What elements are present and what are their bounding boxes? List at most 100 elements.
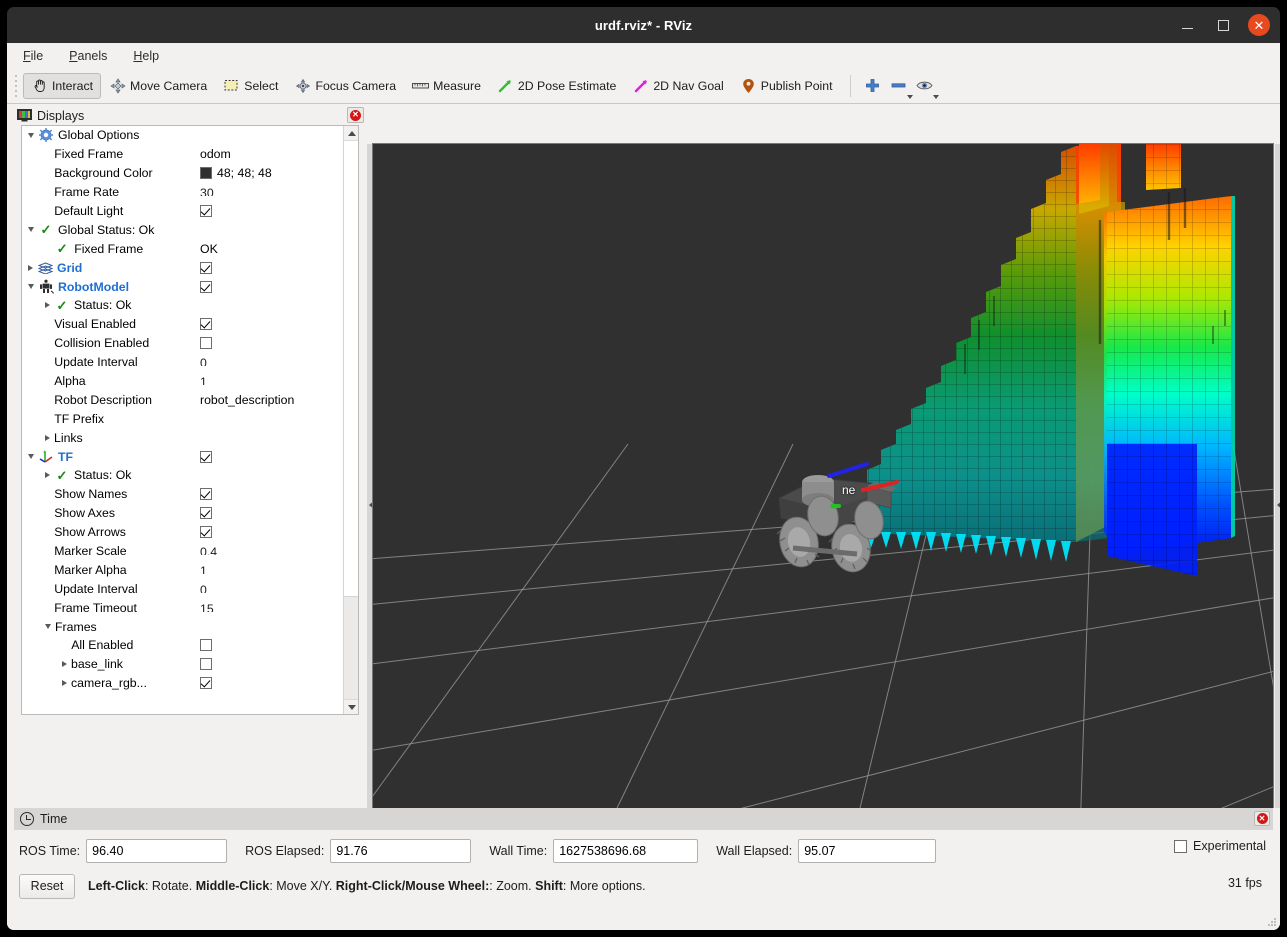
tree-row[interactable]: Marker Alpha 1	[22, 560, 343, 579]
menu-file[interactable]: File	[21, 48, 45, 64]
tree-row-value[interactable]	[197, 677, 343, 690]
tree-row[interactable]: Visual Enabled	[22, 315, 343, 334]
tool-select[interactable]: Select	[215, 73, 286, 99]
tree-row-value[interactable]: 0	[197, 358, 343, 366]
chevron-down-icon[interactable]	[45, 624, 51, 630]
tree-row[interactable]: ✓ Status: Ok	[22, 296, 343, 315]
numeric-value[interactable]: 0.4	[200, 547, 217, 555]
chevron-right-icon[interactable]	[45, 302, 50, 309]
checkbox-checked[interactable]	[200, 280, 212, 293]
tree-row[interactable]: Update Interval 0	[22, 579, 343, 598]
chevron-down-icon[interactable]	[28, 284, 34, 290]
tree-row[interactable]: Frame Rate 30	[22, 183, 343, 202]
tree-row-value[interactable]	[197, 488, 343, 501]
tree-row-value[interactable]	[197, 639, 343, 652]
checkbox-checked[interactable]	[200, 450, 212, 463]
tree-row[interactable]: camera_rgb...	[22, 674, 343, 693]
tree-row[interactable]: Frame Timeout 15	[22, 598, 343, 617]
chevron-down-icon[interactable]	[28, 227, 34, 233]
tool-interact[interactable]: Interact	[23, 72, 102, 99]
tree-row[interactable]: Default Light	[22, 202, 343, 221]
tree-row[interactable]: ✓ Status: Ok	[22, 466, 343, 485]
close-button[interactable]: ✕	[1248, 14, 1270, 36]
tree-row[interactable]: Show Names	[22, 485, 343, 504]
checkbox-checked[interactable]	[200, 318, 212, 331]
chevron-right-icon[interactable]	[62, 661, 67, 668]
checkbox-checked[interactable]	[200, 205, 212, 217]
tool-publish-point[interactable]: Publish Point	[732, 73, 841, 99]
chevron-right-icon[interactable]	[28, 264, 33, 271]
checkbox-checked[interactable]	[200, 526, 212, 539]
numeric-value[interactable]: 1	[200, 566, 207, 574]
minimize-button[interactable]	[1176, 14, 1198, 36]
ros-elapsed-input[interactable]: 91.76	[330, 839, 472, 863]
tree-row-value[interactable]	[197, 337, 343, 350]
tree-row-value[interactable]	[197, 205, 343, 217]
tree-row-value[interactable]: robot_description	[197, 393, 343, 407]
tree-row[interactable]: Grid	[22, 258, 343, 277]
checkbox-unchecked[interactable]	[200, 639, 212, 652]
chevron-down-icon[interactable]	[28, 132, 34, 138]
chevron-right-icon[interactable]	[45, 434, 50, 441]
chevron-right-icon[interactable]	[62, 680, 67, 687]
time-close-button[interactable]: ✕	[1254, 811, 1270, 826]
numeric-value[interactable]: 15	[200, 604, 214, 612]
right-splitter[interactable]	[1275, 144, 1280, 866]
tree-row[interactable]: Global Options	[22, 126, 343, 145]
tree-row[interactable]: Fixed Frame odom	[22, 145, 343, 164]
numeric-value[interactable]: 0	[200, 358, 207, 366]
tree-row[interactable]: Frames	[22, 617, 343, 636]
experimental-checkbox[interactable]	[1174, 839, 1188, 853]
toolbar-grip[interactable]	[13, 74, 21, 97]
checkbox-checked[interactable]	[200, 488, 212, 501]
checkbox-checked[interactable]	[200, 261, 212, 274]
numeric-value[interactable]: 1	[200, 377, 207, 385]
tree-row-value[interactable]	[197, 658, 343, 671]
scroll-up-button[interactable]	[344, 126, 358, 141]
tree-row[interactable]: ✓ Global Status: Ok	[22, 220, 343, 239]
checkbox-unchecked[interactable]	[200, 658, 212, 671]
wall-time-input[interactable]: 1627538696.68	[553, 839, 699, 863]
menu-help[interactable]: Help	[131, 48, 161, 64]
numeric-value[interactable]: 30	[200, 188, 214, 196]
color-swatch[interactable]	[200, 167, 212, 180]
tree-row-value[interactable]: OK	[197, 242, 343, 256]
tree-row[interactable]: All Enabled	[22, 636, 343, 655]
tree-row[interactable]: Update Interval 0	[22, 353, 343, 372]
tree-row[interactable]: Alpha 1	[22, 372, 343, 391]
display-tree-scrollbar[interactable]	[343, 126, 358, 714]
tree-row-value[interactable]	[197, 507, 343, 520]
tree-row[interactable]: TF	[22, 447, 343, 466]
tool-measure[interactable]: Measure	[404, 73, 489, 99]
scroll-down-button[interactable]	[344, 699, 358, 714]
checkbox-checked[interactable]	[200, 507, 212, 520]
tree-row[interactable]: Marker Scale 0.4	[22, 542, 343, 561]
tree-row[interactable]: Show Axes	[22, 504, 343, 523]
tree-row-value[interactable]	[197, 318, 343, 331]
remove-display-button[interactable]	[886, 73, 913, 99]
resize-grip[interactable]	[1267, 917, 1277, 927]
tool-2d-nav-goal[interactable]: 2D Nav Goal	[624, 73, 731, 99]
numeric-value[interactable]: 0	[200, 585, 207, 593]
tree-row[interactable]: TF Prefix	[22, 409, 343, 428]
tree-row-value[interactable]: 1	[197, 377, 343, 385]
tool-2d-pose-estimate[interactable]: 2D Pose Estimate	[489, 73, 624, 99]
tree-row[interactable]: Robot Description robot_description	[22, 390, 343, 409]
tree-row[interactable]: Collision Enabled	[22, 334, 343, 353]
render-viewport-3d[interactable]: ne	[373, 144, 1273, 866]
chevron-down-icon[interactable]	[28, 454, 34, 460]
tree-row-value[interactable]	[197, 280, 343, 293]
tree-row[interactable]: RobotModel	[22, 277, 343, 296]
tree-row-value[interactable]	[197, 526, 343, 539]
menu-panels[interactable]: Panels	[67, 48, 109, 64]
tree-row-value[interactable]: 30	[197, 188, 343, 196]
tree-row[interactable]: Show Arrows	[22, 523, 343, 542]
display-tree[interactable]: Global Options Fixed Frame odom Background …	[22, 126, 343, 714]
add-display-button[interactable]	[860, 73, 886, 99]
tree-row-value[interactable]: 15	[197, 604, 343, 612]
chevron-right-icon[interactable]	[45, 472, 50, 479]
scrollbar-thumb[interactable]	[344, 141, 358, 597]
ros-time-input[interactable]: 96.40	[86, 839, 228, 863]
tree-row-value[interactable]: 48; 48; 48	[197, 166, 343, 180]
checkbox-unchecked[interactable]	[200, 337, 212, 350]
